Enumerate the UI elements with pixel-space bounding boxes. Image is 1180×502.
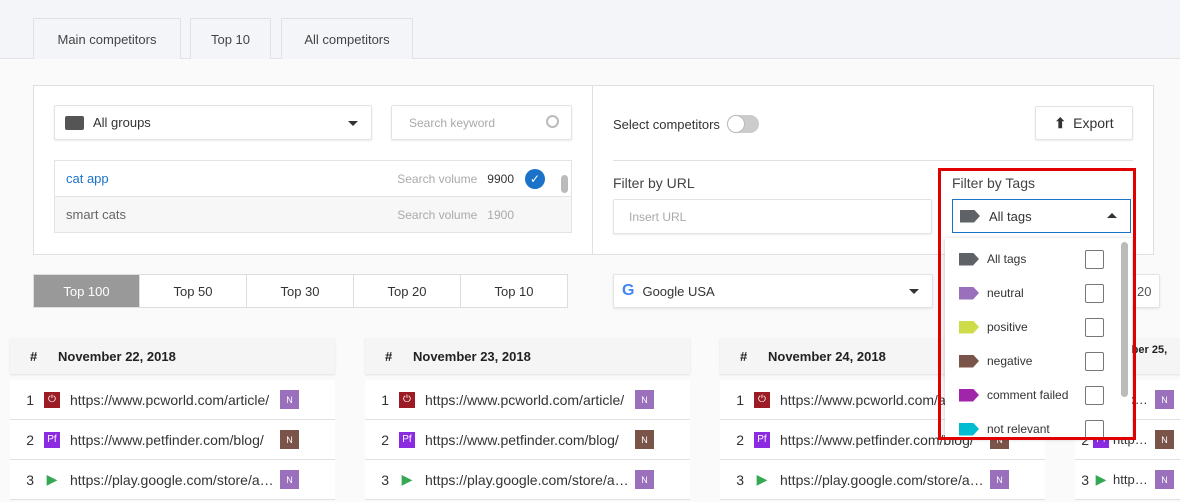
rank: 2 xyxy=(381,431,389,448)
column-date: November 23, 2018 xyxy=(413,348,531,364)
tab-top-10[interactable]: Top 10 xyxy=(190,18,271,59)
segment-top-10[interactable]: Top 10 xyxy=(460,274,568,308)
search-icon xyxy=(546,115,559,128)
keyword-list: cat app Search volume 9900 ✓ smart cats … xyxy=(54,160,572,233)
google-play-icon: ▶ xyxy=(1095,471,1107,487)
rank: 3 xyxy=(736,471,744,488)
column-date: November 24, 2018 xyxy=(768,348,886,364)
keyword-name: smart cats xyxy=(66,207,126,222)
search-engine-dropdown[interactable]: G Google USA xyxy=(613,274,933,308)
tag-badge[interactable]: N xyxy=(1155,430,1174,449)
caret-down-icon xyxy=(909,289,919,294)
column-date: November 22, 2018 xyxy=(58,348,176,364)
folder-icon xyxy=(65,115,84,130)
segment-top-100[interactable]: Top 100 xyxy=(33,274,140,308)
result-url[interactable]: https://play.google.com/store/apps xyxy=(70,472,276,488)
search-placeholder: Search keyword xyxy=(409,115,496,130)
keyword-name: cat app xyxy=(66,171,109,186)
rank: 2 xyxy=(26,431,34,448)
tab-main-competitors[interactable]: Main competitors xyxy=(33,18,181,59)
rank: 1 xyxy=(736,391,744,408)
filter-url-label: Filter by URL xyxy=(613,175,695,191)
groups-selected: All groups xyxy=(93,115,151,130)
tag-badge[interactable]: N xyxy=(990,470,1009,489)
pcworld-icon: ⏻ xyxy=(44,391,60,408)
groups-dropdown[interactable]: All groups xyxy=(54,105,372,140)
date-column: # November 23, 2018 1 ⏻ https://www.pcworld.… xyxy=(365,338,690,500)
petfinder-icon: Pf xyxy=(754,431,770,448)
column-header: # November 22, 2018 xyxy=(10,338,335,374)
scrollbar[interactable] xyxy=(561,175,568,193)
result-url[interactable]: https://www.pcworld.com/article/ xyxy=(70,392,276,408)
result-row[interactable]: 3 ▶ https://play.google.com/store/appsN xyxy=(365,460,690,500)
result-row[interactable]: 1 ⏻ https://www.pcworld.com/article/N xyxy=(365,380,690,420)
segment-top-50[interactable]: Top 50 xyxy=(139,274,247,308)
rank: 3 xyxy=(26,471,34,488)
tag-badge[interactable]: N xyxy=(280,430,299,449)
tag-badge[interactable]: N xyxy=(1155,390,1174,409)
rank: 3 xyxy=(1081,471,1089,488)
tab-all-competitors[interactable]: All competitors xyxy=(281,18,413,59)
tag-badge[interactable]: N xyxy=(280,470,299,489)
result-url[interactable]: https://www.pcworld.com/article/ xyxy=(425,392,631,408)
google-icon: G xyxy=(622,282,635,299)
segment-top-20[interactable]: Top 20 xyxy=(353,274,461,308)
date-column: # November 22, 2018 1 ⏻ https://www.pcworld.… xyxy=(10,338,335,500)
petfinder-icon: Pf xyxy=(44,431,60,448)
google-play-icon: ▶ xyxy=(756,471,768,487)
result-row[interactable]: 3 ▶ https://play.google.com/store/appsN xyxy=(720,460,1045,500)
rank: 1 xyxy=(26,391,34,408)
result-row[interactable]: 1 ⏻ https://www.pcworld.com/article/N xyxy=(10,380,335,420)
divider xyxy=(613,160,1133,161)
result-row[interactable]: 2 Pf https://www.petfinder.com/blog/N xyxy=(365,420,690,460)
tag-badge[interactable]: N xyxy=(635,470,654,489)
google-play-icon: ▶ xyxy=(401,471,413,487)
select-competitors-toggle[interactable] xyxy=(727,115,759,133)
result-url[interactable]: https://play.google.com/store/apps xyxy=(1113,472,1151,487)
result-url[interactable]: https://play.google.com/store/apps xyxy=(425,472,631,488)
column-header: # November 23, 2018 xyxy=(365,338,690,374)
tag-badge[interactable]: N xyxy=(1155,470,1174,489)
search-volume: Search volume 9900 xyxy=(397,171,514,186)
export-button[interactable]: ⬆ Export xyxy=(1035,106,1133,140)
highlight-box xyxy=(938,168,1136,440)
search-volume: Search volume 1900 xyxy=(397,207,514,222)
segment-top-30[interactable]: Top 30 xyxy=(246,274,354,308)
petfinder-icon: Pf xyxy=(399,431,415,448)
result-row[interactable]: 3 ▶ https://play.google.com/store/apps N xyxy=(1075,460,1180,500)
upload-icon: ⬆ xyxy=(1054,114,1067,131)
pcworld-icon: ⏻ xyxy=(399,391,415,408)
caret-down-icon xyxy=(348,121,358,126)
result-url[interactable]: https://play.google.com/store/apps xyxy=(780,472,986,488)
tag-badge[interactable]: N xyxy=(635,390,654,409)
divider xyxy=(592,85,593,255)
tag-badge[interactable]: N xyxy=(635,430,654,449)
result-row[interactable]: 3 ▶ https://play.google.com/store/appsN xyxy=(10,460,335,500)
rank: 1 xyxy=(381,391,389,408)
rank: 2 xyxy=(736,431,744,448)
google-play-icon: ▶ xyxy=(46,471,58,487)
pcworld-icon: ⏻ xyxy=(754,391,770,408)
result-row[interactable]: 2 Pf https://www.petfinder.com/blog/N xyxy=(10,420,335,460)
url-input[interactable]: Insert URL xyxy=(613,199,932,234)
result-url[interactable]: https://www.petfinder.com/blog/ xyxy=(70,432,276,448)
check-icon: ✓ xyxy=(525,168,545,189)
select-competitors-label: Select competitors xyxy=(613,117,720,132)
result-url[interactable]: https://www.petfinder.com/blog/ xyxy=(425,432,631,448)
search-keyword-input[interactable]: Search keyword xyxy=(391,105,572,140)
keyword-item[interactable]: smart cats Search volume 1900 xyxy=(55,197,571,232)
rank: 3 xyxy=(381,471,389,488)
tag-badge[interactable]: N xyxy=(280,390,299,409)
keyword-item[interactable]: cat app Search volume 9900 ✓ xyxy=(55,161,571,197)
